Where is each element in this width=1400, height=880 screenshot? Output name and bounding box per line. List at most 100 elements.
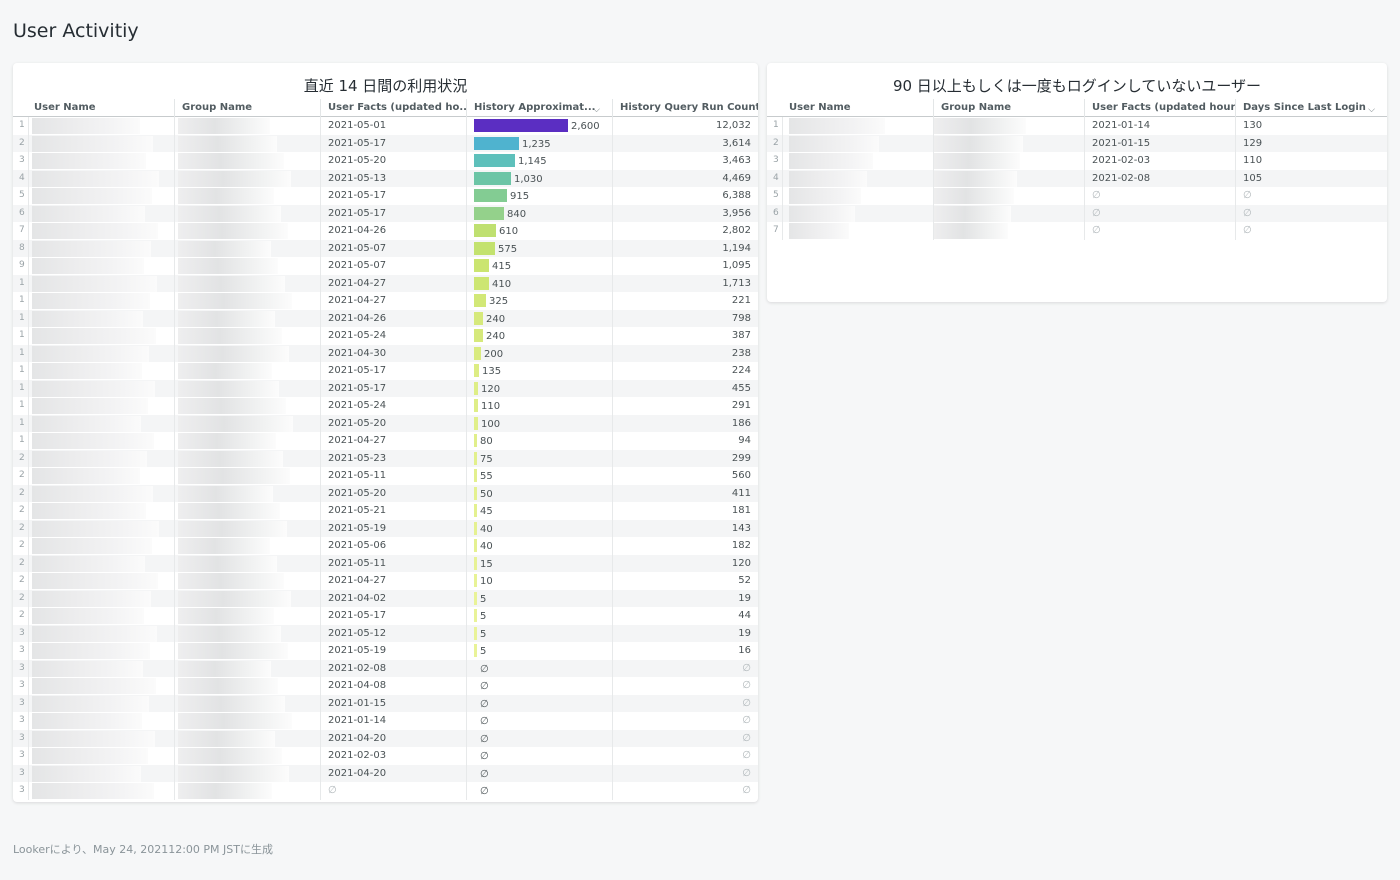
table-row[interactable]: 5 2021-05-17 915 6,388 [13, 187, 758, 205]
group-name-cell-redacted[interactable] [174, 169, 320, 187]
group-name-cell-redacted[interactable] [174, 764, 320, 782]
col-header-user-name[interactable]: User Name [28, 99, 174, 117]
user-facts-date-cell[interactable]: 2021-05-17 [320, 362, 466, 380]
user-facts-date-cell[interactable]: 2021-01-14 [1084, 117, 1235, 135]
user-name-cell-redacted[interactable] [28, 204, 174, 222]
user-name-cell-redacted[interactable] [28, 379, 174, 397]
user-name-cell-redacted[interactable] [28, 694, 174, 712]
user-name-cell-redacted[interactable] [28, 467, 174, 485]
query-run-count-cell[interactable]: 1,095 [612, 257, 758, 275]
user-name-cell-redacted[interactable] [28, 449, 174, 467]
history-approx-cell[interactable]: 240 [466, 309, 612, 327]
history-approx-cell[interactable]: 1,030 [466, 169, 612, 187]
user-facts-date-cell[interactable]: 2021-02-08 [320, 659, 466, 677]
user-name-cell-redacted[interactable] [28, 502, 174, 520]
user-facts-date-cell[interactable]: 2021-04-20 [320, 764, 466, 782]
table-row[interactable]: 1 2021-04-30 200 238 [13, 344, 758, 362]
days-since-login-cell[interactable]: 110 [1235, 152, 1387, 170]
user-name-cell-redacted[interactable] [28, 764, 174, 782]
user-facts-date-cell[interactable]: 2021-05-17 [320, 607, 466, 625]
days-since-login-cell[interactable]: 130 [1235, 117, 1387, 135]
group-name-cell-redacted[interactable] [174, 554, 320, 572]
history-approx-cell[interactable]: 55 [466, 467, 612, 485]
table-row[interactable]: 4 2021-02-08 105 [767, 169, 1387, 187]
query-run-count-cell[interactable]: 12,032 [612, 117, 758, 135]
user-name-cell-redacted[interactable] [28, 309, 174, 327]
group-name-cell-redacted[interactable] [174, 694, 320, 712]
group-name-cell-redacted[interactable] [174, 589, 320, 607]
group-name-cell-redacted[interactable] [174, 152, 320, 170]
history-approx-cell[interactable]: ∅ [466, 764, 612, 782]
user-name-cell-redacted[interactable] [28, 274, 174, 292]
table-row[interactable]: 1 2021-04-27 410 1,713 [13, 274, 758, 292]
query-run-count-cell[interactable]: ∅ [612, 782, 758, 800]
history-approx-cell[interactable]: 325 [466, 292, 612, 310]
col-header-user-name[interactable]: User Name [782, 99, 933, 117]
query-run-count-cell[interactable]: 19 [612, 624, 758, 642]
query-run-count-cell[interactable]: ∅ [612, 694, 758, 712]
group-name-cell-redacted[interactable] [933, 187, 1084, 205]
group-name-cell-redacted[interactable] [174, 607, 320, 625]
history-approx-cell[interactable]: 410 [466, 274, 612, 292]
group-name-cell-redacted[interactable] [174, 274, 320, 292]
user-name-cell-redacted[interactable] [782, 204, 933, 222]
query-run-count-cell[interactable]: 2,802 [612, 222, 758, 240]
user-facts-date-cell[interactable]: 2021-04-20 [320, 729, 466, 747]
user-facts-date-cell[interactable]: 2021-04-27 [320, 572, 466, 590]
user-facts-date-cell[interactable]: 2021-05-24 [320, 327, 466, 345]
user-facts-date-cell[interactable]: 2021-02-03 [320, 747, 466, 765]
group-name-cell-redacted[interactable] [174, 537, 320, 555]
query-run-count-cell[interactable]: 3,463 [612, 152, 758, 170]
query-run-count-cell[interactable]: 411 [612, 484, 758, 502]
query-run-count-cell[interactable]: ∅ [612, 659, 758, 677]
table-row[interactable]: 3 2021-04-20 ∅ ∅ [13, 729, 758, 747]
table-row[interactable]: 1 2021-05-17 120 455 [13, 379, 758, 397]
user-facts-date-cell[interactable]: 2021-02-03 [1084, 152, 1235, 170]
user-name-cell-redacted[interactable] [28, 589, 174, 607]
user-name-cell-redacted[interactable] [28, 729, 174, 747]
query-run-count-cell[interactable]: 44 [612, 607, 758, 625]
table-row[interactable]: 3 2021-02-03 ∅ ∅ [13, 747, 758, 765]
group-name-cell-redacted[interactable] [174, 397, 320, 415]
history-approx-cell[interactable]: 40 [466, 519, 612, 537]
history-approx-cell[interactable]: 575 [466, 239, 612, 257]
user-facts-date-cell[interactable]: ∅ [1084, 222, 1235, 240]
table-row[interactable]: 2 2021-05-06 40 182 [13, 537, 758, 555]
query-run-count-cell[interactable]: 182 [612, 537, 758, 555]
query-run-count-cell[interactable]: 52 [612, 572, 758, 590]
user-facts-date-cell[interactable]: 2021-04-26 [320, 309, 466, 327]
table-row[interactable]: 7 2021-04-26 610 2,802 [13, 222, 758, 240]
user-name-cell-redacted[interactable] [28, 537, 174, 555]
table-row[interactable]: 3 2021-05-20 1,145 3,463 [13, 152, 758, 170]
user-facts-date-cell[interactable]: 2021-05-17 [320, 134, 466, 152]
user-name-cell-redacted[interactable] [28, 134, 174, 152]
col-header-group-name[interactable]: Group Name [933, 99, 1084, 117]
user-name-cell-redacted[interactable] [28, 239, 174, 257]
history-approx-cell[interactable]: ∅ [466, 659, 612, 677]
query-run-count-cell[interactable]: 3,614 [612, 134, 758, 152]
user-name-cell-redacted[interactable] [28, 712, 174, 730]
user-name-cell-redacted[interactable] [28, 292, 174, 310]
group-name-cell-redacted[interactable] [174, 257, 320, 275]
history-approx-cell[interactable]: 80 [466, 432, 612, 450]
history-approx-cell[interactable]: 120 [466, 379, 612, 397]
user-facts-date-cell[interactable]: 2021-05-20 [320, 152, 466, 170]
table-row[interactable]: 2 2021-05-17 1,235 3,614 [13, 134, 758, 152]
col-header-user-facts[interactable]: User Facts (updated ho... [320, 99, 466, 117]
user-facts-date-cell[interactable]: 2021-05-06 [320, 537, 466, 555]
user-facts-date-cell[interactable]: 2021-05-12 [320, 624, 466, 642]
history-approx-cell[interactable]: 15 [466, 554, 612, 572]
history-approx-cell[interactable]: 10 [466, 572, 612, 590]
history-approx-cell[interactable]: 75 [466, 449, 612, 467]
table-row[interactable]: 3 2021-01-14 ∅ ∅ [13, 712, 758, 730]
group-name-cell-redacted[interactable] [174, 379, 320, 397]
user-facts-date-cell[interactable]: 2021-05-19 [320, 519, 466, 537]
table-row[interactable]: 1 2021-04-26 240 798 [13, 309, 758, 327]
table-row[interactable]: 2 2021-05-23 75 299 [13, 449, 758, 467]
query-run-count-cell[interactable]: 299 [612, 449, 758, 467]
table-row[interactable]: 6 ∅ ∅ [767, 204, 1387, 222]
query-run-count-cell[interactable]: 387 [612, 327, 758, 345]
user-facts-date-cell[interactable]: ∅ [1084, 204, 1235, 222]
group-name-cell-redacted[interactable] [174, 134, 320, 152]
days-since-login-cell[interactable]: ∅ [1235, 204, 1387, 222]
